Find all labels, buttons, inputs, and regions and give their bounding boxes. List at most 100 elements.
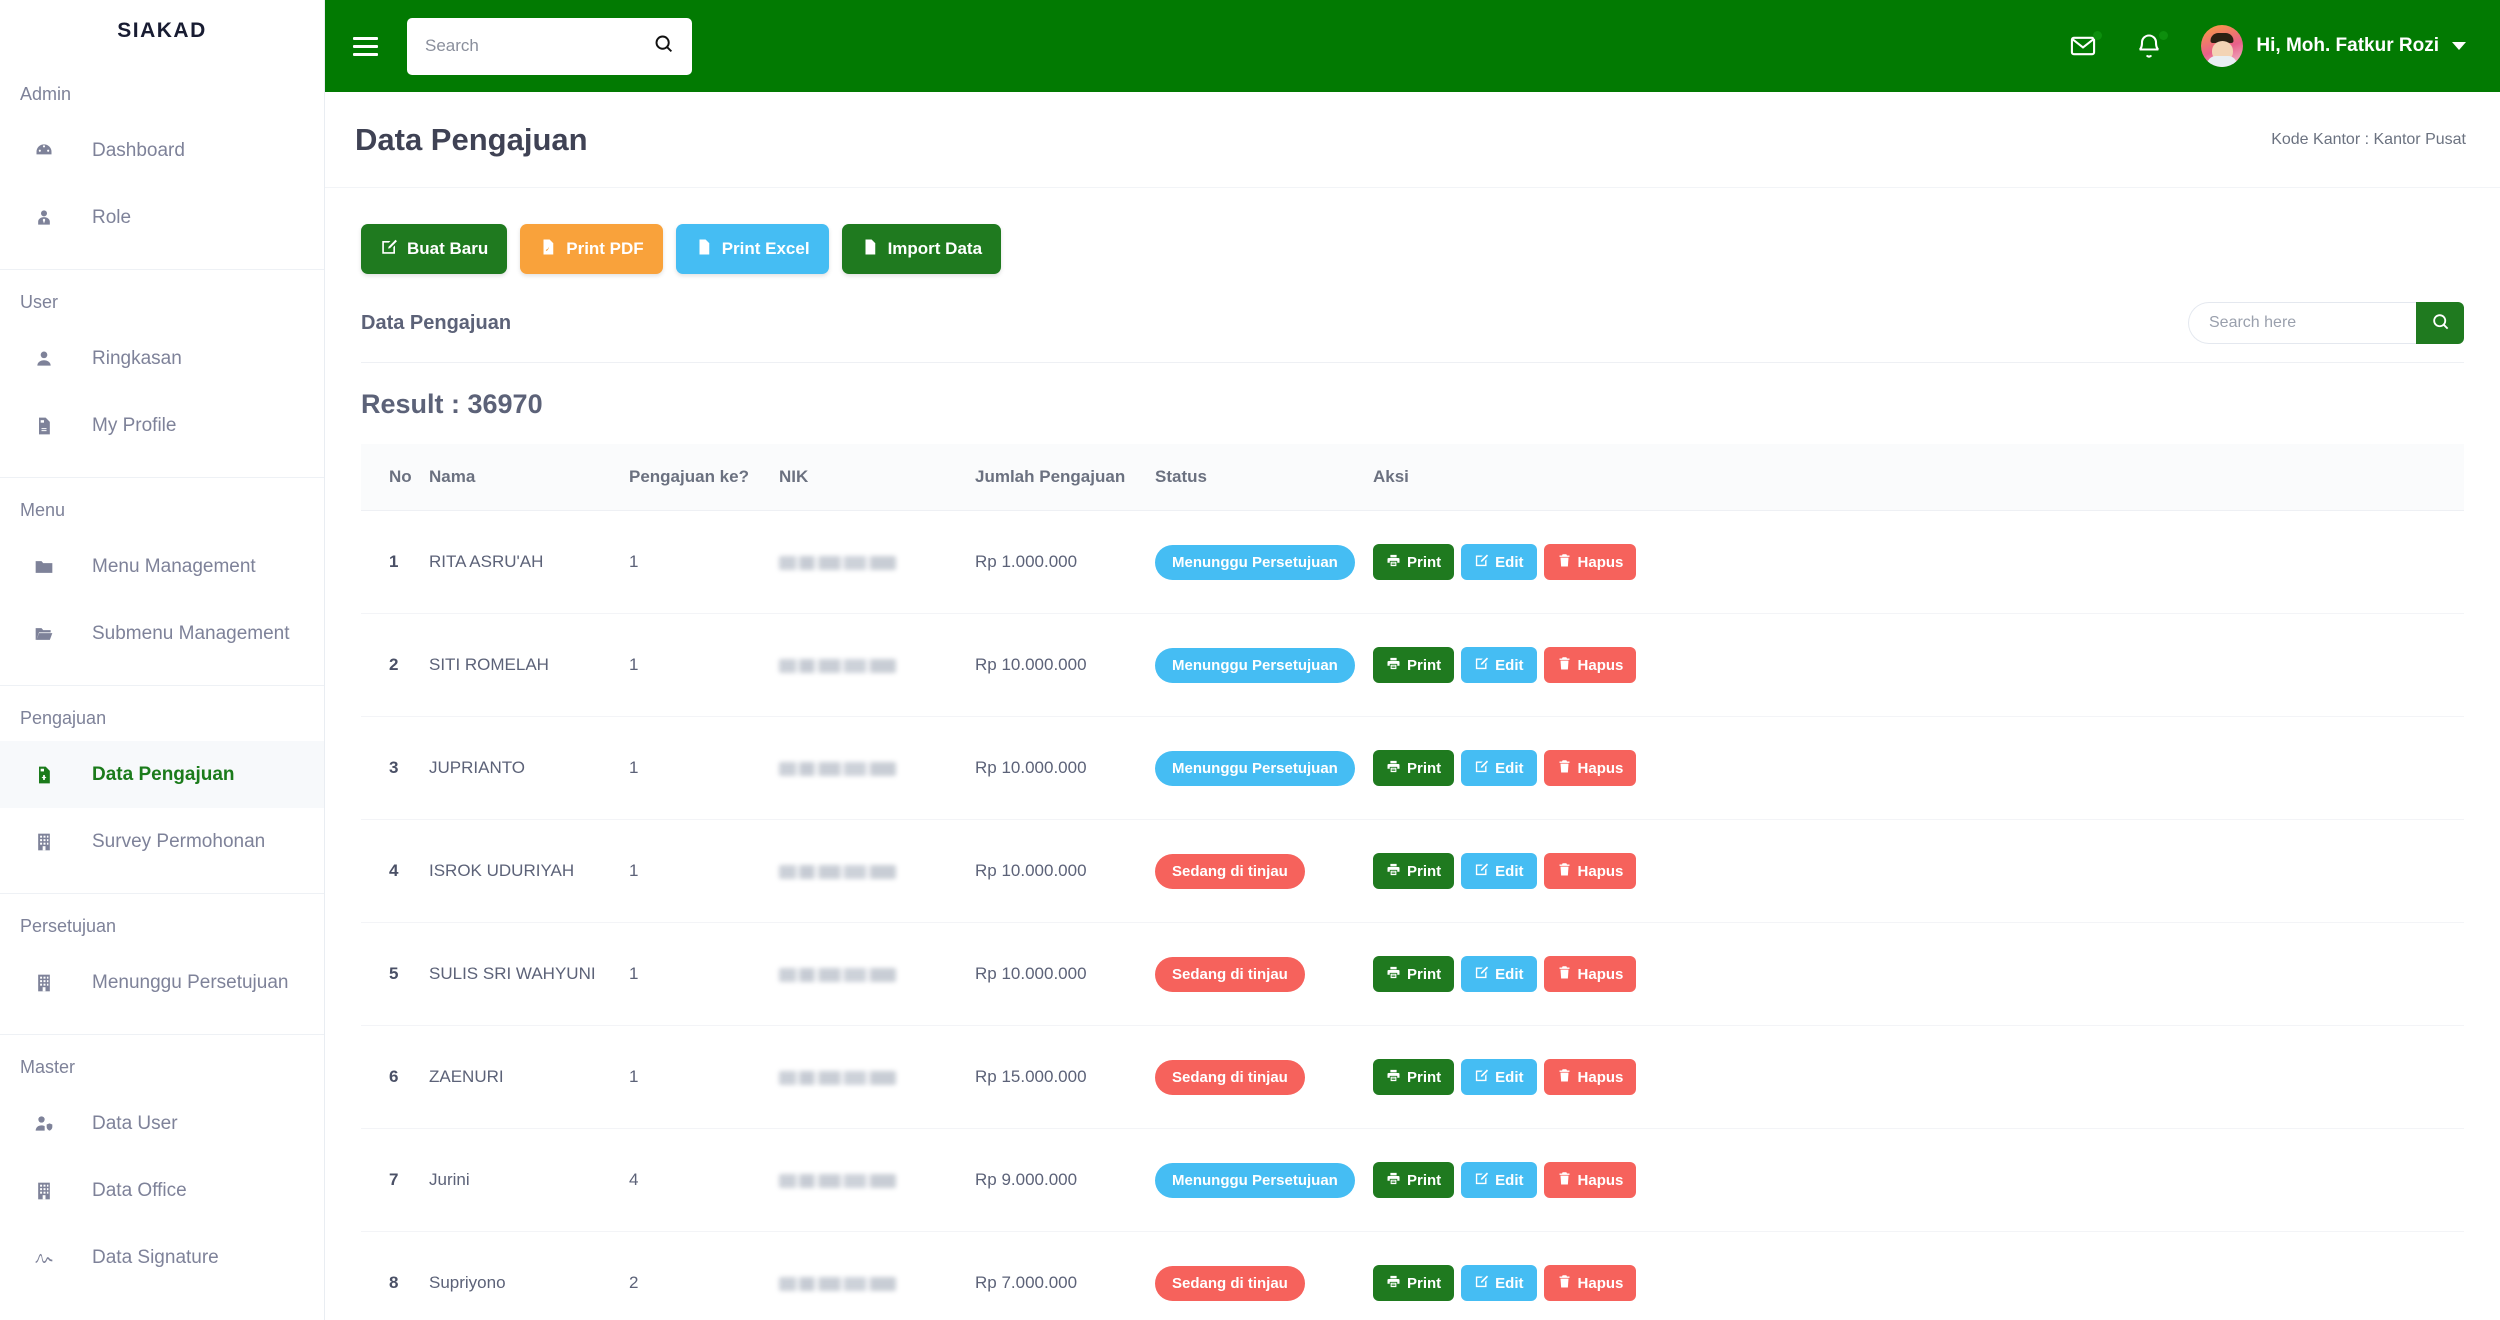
trash-icon: [1557, 759, 1572, 778]
sidebar-item-data-signature[interactable]: Data Signature: [0, 1224, 324, 1291]
cell-nik: [779, 1231, 975, 1320]
print-row-button[interactable]: Print: [1373, 750, 1455, 786]
card-title: Data Pengajuan: [361, 311, 512, 334]
button-label: Print: [1407, 1274, 1442, 1292]
redacted-nik: [779, 1276, 896, 1291]
sidebar-item-menu-management[interactable]: Menu Management: [0, 533, 324, 600]
edit-row-button[interactable]: Edit: [1461, 544, 1537, 580]
cell-jumlah-pengajuan: Rp 9.000.000: [975, 1128, 1155, 1232]
main-area: Hi, Moh. Fatkur Rozi Data Pengajuan Kode…: [325, 0, 2500, 1320]
building-icon: [34, 973, 74, 993]
sidebar-item-menunggu-persetujuan[interactable]: Menunggu Persetujuan: [0, 949, 324, 1016]
global-search-box[interactable]: [407, 17, 692, 75]
sidebar-item-submenu-management[interactable]: Submenu Management: [0, 600, 324, 667]
cell-pengajuan-ke: 1: [629, 716, 779, 820]
edit-row-button[interactable]: Edit: [1461, 647, 1537, 683]
column-header-status: Status: [1155, 444, 1373, 511]
edit-row-button[interactable]: Edit: [1461, 750, 1537, 786]
print-excel-button[interactable]: X Print Excel: [675, 224, 829, 274]
cell-status: Sedang di tinjau: [1155, 1231, 1373, 1320]
hapus-row-button[interactable]: Hapus: [1543, 956, 1637, 992]
user-greeting: Hi, Moh. Fatkur Rozi: [2256, 35, 2439, 56]
search-input[interactable]: [425, 36, 653, 56]
redacted-nik: [779, 555, 896, 570]
sidebar-item-survey-permohonan[interactable]: Survey Permohonan: [0, 808, 324, 875]
edit-row-button[interactable]: Edit: [1461, 1265, 1537, 1301]
print-row-button[interactable]: Print: [1373, 1162, 1455, 1198]
table-row: 3 JUPRIANTO 1 Rp 10.000.000 Menunggu Persetu…: [361, 716, 2464, 820]
printer-icon: [1386, 862, 1401, 881]
print-row-button[interactable]: Print: [1373, 956, 1455, 992]
column-header-nama: Nama: [429, 444, 629, 511]
cell-jumlah-pengajuan: Rp 15.000.000: [975, 1025, 1155, 1129]
edit-row-button[interactable]: Edit: [1461, 1162, 1537, 1198]
cell-nama: SITI ROMELAH: [429, 613, 629, 717]
import-data-button[interactable]: X Import Data: [841, 224, 1002, 274]
sidebar-group-title: Admin: [20, 84, 72, 104]
print-row-button[interactable]: Print: [1373, 853, 1455, 889]
chevron-down-icon: [2452, 42, 2466, 50]
app-root: SIAKAD Admin Dashboard Role User Ringkasan My…: [0, 0, 2500, 1320]
sidebar-item-label: Menunggu Persetujuan: [92, 971, 289, 993]
redacted-nik: [779, 1173, 896, 1188]
sidebar-item-role[interactable]: Role: [0, 184, 324, 251]
sidebar-item-label: Submenu Management: [92, 622, 290, 644]
cell-no: 7: [361, 1128, 429, 1232]
hapus-row-button[interactable]: Hapus: [1543, 1059, 1637, 1095]
print-row-button[interactable]: Print: [1373, 1059, 1455, 1095]
cell-no: 5: [361, 922, 429, 1026]
print-row-button[interactable]: Print: [1373, 1265, 1455, 1301]
table-search-button[interactable]: [2416, 302, 2464, 344]
button-label: Edit: [1495, 553, 1524, 571]
table-search-input[interactable]: [2188, 302, 2416, 344]
cell-no: 1: [361, 510, 429, 614]
table-row: 5 SULIS SRI WAHYUNI 1 Rp 10.000.000 Sedang d…: [361, 922, 2464, 1026]
hapus-row-button[interactable]: Hapus: [1543, 853, 1637, 889]
sidebar-item-data-user[interactable]: Data User: [0, 1090, 324, 1157]
hapus-row-button[interactable]: Hapus: [1543, 647, 1637, 683]
button-label: Hapus: [1577, 1068, 1624, 1086]
sidebar-group-title: Menu: [20, 500, 66, 520]
messages-button[interactable]: [2069, 31, 2103, 60]
hamburger-icon[interactable]: [347, 36, 393, 56]
button-label: Hapus: [1577, 1274, 1624, 1292]
top-navbar: Hi, Moh. Fatkur Rozi: [325, 0, 2500, 92]
button-label: Edit: [1495, 1171, 1524, 1189]
buat-baru-button[interactable]: Buat Baru: [361, 224, 508, 274]
button-label: Hapus: [1577, 1171, 1624, 1189]
hapus-row-button[interactable]: Hapus: [1543, 1265, 1637, 1301]
sidebar-item-data-pengajuan[interactable]: Data Pengajuan: [0, 741, 324, 808]
cell-pengajuan-ke: 1: [629, 1025, 779, 1129]
notifications-badge-dot: [2159, 31, 2169, 40]
row-actions: Print Edit Hapus: [1373, 1162, 2464, 1198]
button-label: Hapus: [1577, 759, 1624, 777]
row-actions: Print Edit Hapus: [1373, 853, 2464, 889]
edit-row-button[interactable]: Edit: [1461, 1059, 1537, 1095]
hapus-row-button[interactable]: Hapus: [1543, 1162, 1637, 1198]
user-menu[interactable]: Hi, Moh. Fatkur Rozi: [2201, 25, 2466, 67]
print-pdf-button[interactable]: Print PDF: [520, 224, 663, 274]
table-row: 2 SITI ROMELAH 1 Rp 10.000.000 Menunggu Pers…: [361, 613, 2464, 717]
sidebar-item-my-profile[interactable]: My Profile: [0, 392, 324, 459]
print-row-button[interactable]: Print: [1373, 544, 1455, 580]
row-actions: Print Edit Hapus: [1373, 750, 2464, 786]
sidebar-item-dashboard[interactable]: Dashboard: [0, 117, 324, 184]
file-excel-icon: X: [861, 238, 879, 261]
cell-nik: [779, 510, 975, 614]
row-actions: Print Edit Hapus: [1373, 1265, 2464, 1301]
edit-row-button[interactable]: Edit: [1461, 956, 1537, 992]
notifications-button[interactable]: [2135, 31, 2169, 60]
button-label: Hapus: [1577, 656, 1624, 674]
print-row-button[interactable]: Print: [1373, 647, 1455, 683]
sidebar-item-data-office[interactable]: Data Office: [0, 1157, 324, 1224]
sidebar-group: Menu Menu Management Submenu Management: [0, 478, 324, 686]
hapus-row-button[interactable]: Hapus: [1543, 544, 1637, 580]
pencil-square-icon: [1474, 553, 1489, 572]
signature-icon: [34, 1248, 74, 1268]
cell-nama: ISROK UDURIYAH: [429, 819, 629, 923]
cell-nik: [779, 922, 975, 1026]
trash-icon: [1557, 1274, 1572, 1293]
hapus-row-button[interactable]: Hapus: [1543, 750, 1637, 786]
sidebar-item-ringkasan[interactable]: Ringkasan: [0, 325, 324, 392]
edit-row-button[interactable]: Edit: [1461, 853, 1537, 889]
